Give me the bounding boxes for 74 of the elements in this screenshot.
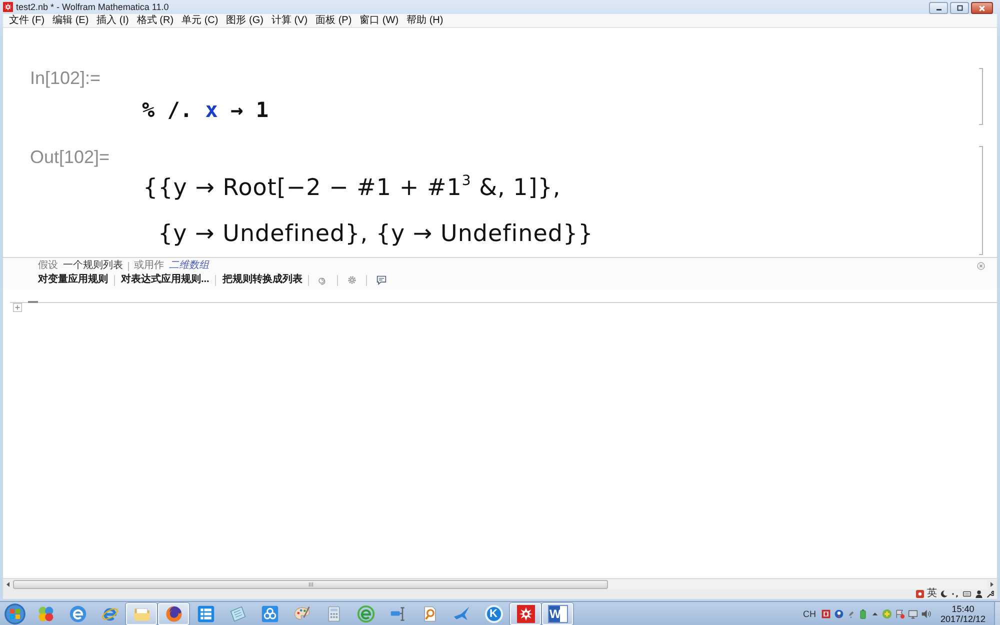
- e-ring-icon: [356, 604, 374, 622]
- cell-bracket[interactable]: [979, 146, 983, 255]
- clock-time[interactable]: 15:40: [952, 604, 974, 614]
- person-icon[interactable]: [975, 590, 983, 598]
- monitor-icon[interactable]: [908, 608, 918, 618]
- menu-item[interactable]: 单元 (C): [180, 14, 220, 26]
- cloud-tile-icon: [260, 604, 278, 622]
- app-letter-logo: K: [484, 604, 502, 622]
- circle-badge-icon[interactable]: [834, 608, 844, 618]
- app-letter-logo: W: [548, 604, 568, 622]
- taskbar-button[interactable]: W: [542, 602, 573, 624]
- close-button[interactable]: [971, 2, 993, 14]
- scrollbar-thumb[interactable]: [13, 580, 608, 588]
- maximize-icon: [956, 5, 964, 11]
- suggestion-button[interactable]: 把规则转换成列表: [216, 274, 308, 286]
- language-indicator[interactable]: CH: [803, 608, 816, 618]
- minimize-button[interactable]: [929, 2, 948, 14]
- start-orb-icon[interactable]: [4, 602, 26, 624]
- list-tile-icon: [196, 604, 214, 622]
- insertion-cursor: [28, 301, 38, 303]
- taskbar-button[interactable]: K: [478, 602, 509, 624]
- menu-item[interactable]: 文件 (F): [8, 14, 46, 26]
- square-badge-icon[interactable]: [821, 608, 831, 618]
- bird-icon: [452, 604, 470, 622]
- menu-item[interactable]: 窗口 (W): [358, 14, 400, 26]
- speech-bubble-icon[interactable]: [376, 275, 388, 285]
- close-icon[interactable]: [977, 262, 985, 270]
- suggestion-button[interactable]: 对表达式应用规则...: [115, 274, 216, 286]
- battery-icon[interactable]: [858, 608, 868, 618]
- suggestion-button[interactable]: 对变量应用规则: [38, 274, 114, 286]
- cell-bracket[interactable]: [979, 68, 983, 125]
- menu-item[interactable]: 计算 (V): [270, 14, 309, 26]
- output-expression: {{y → Root[−2 − #1 + #1$^{3}$ &, 1]},: [143, 172, 561, 203]
- assuming-value: 一个规则列表: [63, 260, 123, 272]
- color-circles-icon: [36, 604, 54, 622]
- close-icon: [978, 4, 986, 12]
- flag-icon[interactable]: [895, 608, 905, 618]
- wrench-icon[interactable]: [986, 590, 994, 598]
- plus-icon[interactable]: [13, 303, 22, 312]
- taskbar-button[interactable]: [510, 602, 541, 624]
- cell-label: In[102]:=: [30, 68, 101, 88]
- assuming-label: 假设: [38, 260, 58, 272]
- menu-item[interactable]: 插入 (I): [96, 14, 130, 26]
- output-expression: {y → Undefined}, {y → Undefined}}: [158, 220, 594, 249]
- tile-icon[interactable]: [916, 590, 924, 598]
- menu-item[interactable]: 图形 (G): [225, 14, 264, 26]
- scroll-left-icon[interactable]: [5, 580, 11, 588]
- speaker-icon[interactable]: [921, 608, 931, 618]
- menu-item[interactable]: 格式 (R): [136, 14, 175, 26]
- moon-icon[interactable]: [940, 590, 948, 598]
- grip-icon: [308, 582, 314, 586]
- palette-icon: [292, 604, 310, 622]
- alternative-label: 或用作: [134, 260, 164, 272]
- cell-label: Out[102]=: [30, 147, 110, 167]
- alternative-link[interactable]: 二维数组: [169, 260, 209, 272]
- taskbar-button[interactable]: [158, 602, 189, 624]
- flame-globe-icon: [164, 604, 182, 622]
- e-circle-icon: [68, 604, 86, 622]
- menu-item[interactable]: 编辑 (E): [52, 14, 90, 26]
- star-gear-icon: [516, 604, 534, 622]
- dots-icon[interactable]: [951, 590, 959, 598]
- window-title: test2.nb * - Wolfram Mathematica 11.0: [16, 2, 169, 12]
- scroll-right-icon[interactable]: [989, 580, 995, 588]
- input-mode-indicator[interactable]: 英: [927, 589, 937, 599]
- input-expression[interactable]: % /. x → 1: [142, 97, 268, 123]
- cable-plug-icon: [388, 604, 406, 622]
- notepad-icon: [228, 604, 246, 622]
- maximize-button[interactable]: [950, 2, 969, 14]
- star-gear-icon: [3, 2, 13, 12]
- gear-icon[interactable]: [347, 275, 358, 285]
- keyboard-icon[interactable]: [962, 590, 972, 598]
- menu-item[interactable]: 面板 (P): [314, 14, 353, 26]
- clock-date[interactable]: 2017/12/12: [940, 614, 986, 624]
- menu-item[interactable]: 帮助 (H): [406, 14, 444, 26]
